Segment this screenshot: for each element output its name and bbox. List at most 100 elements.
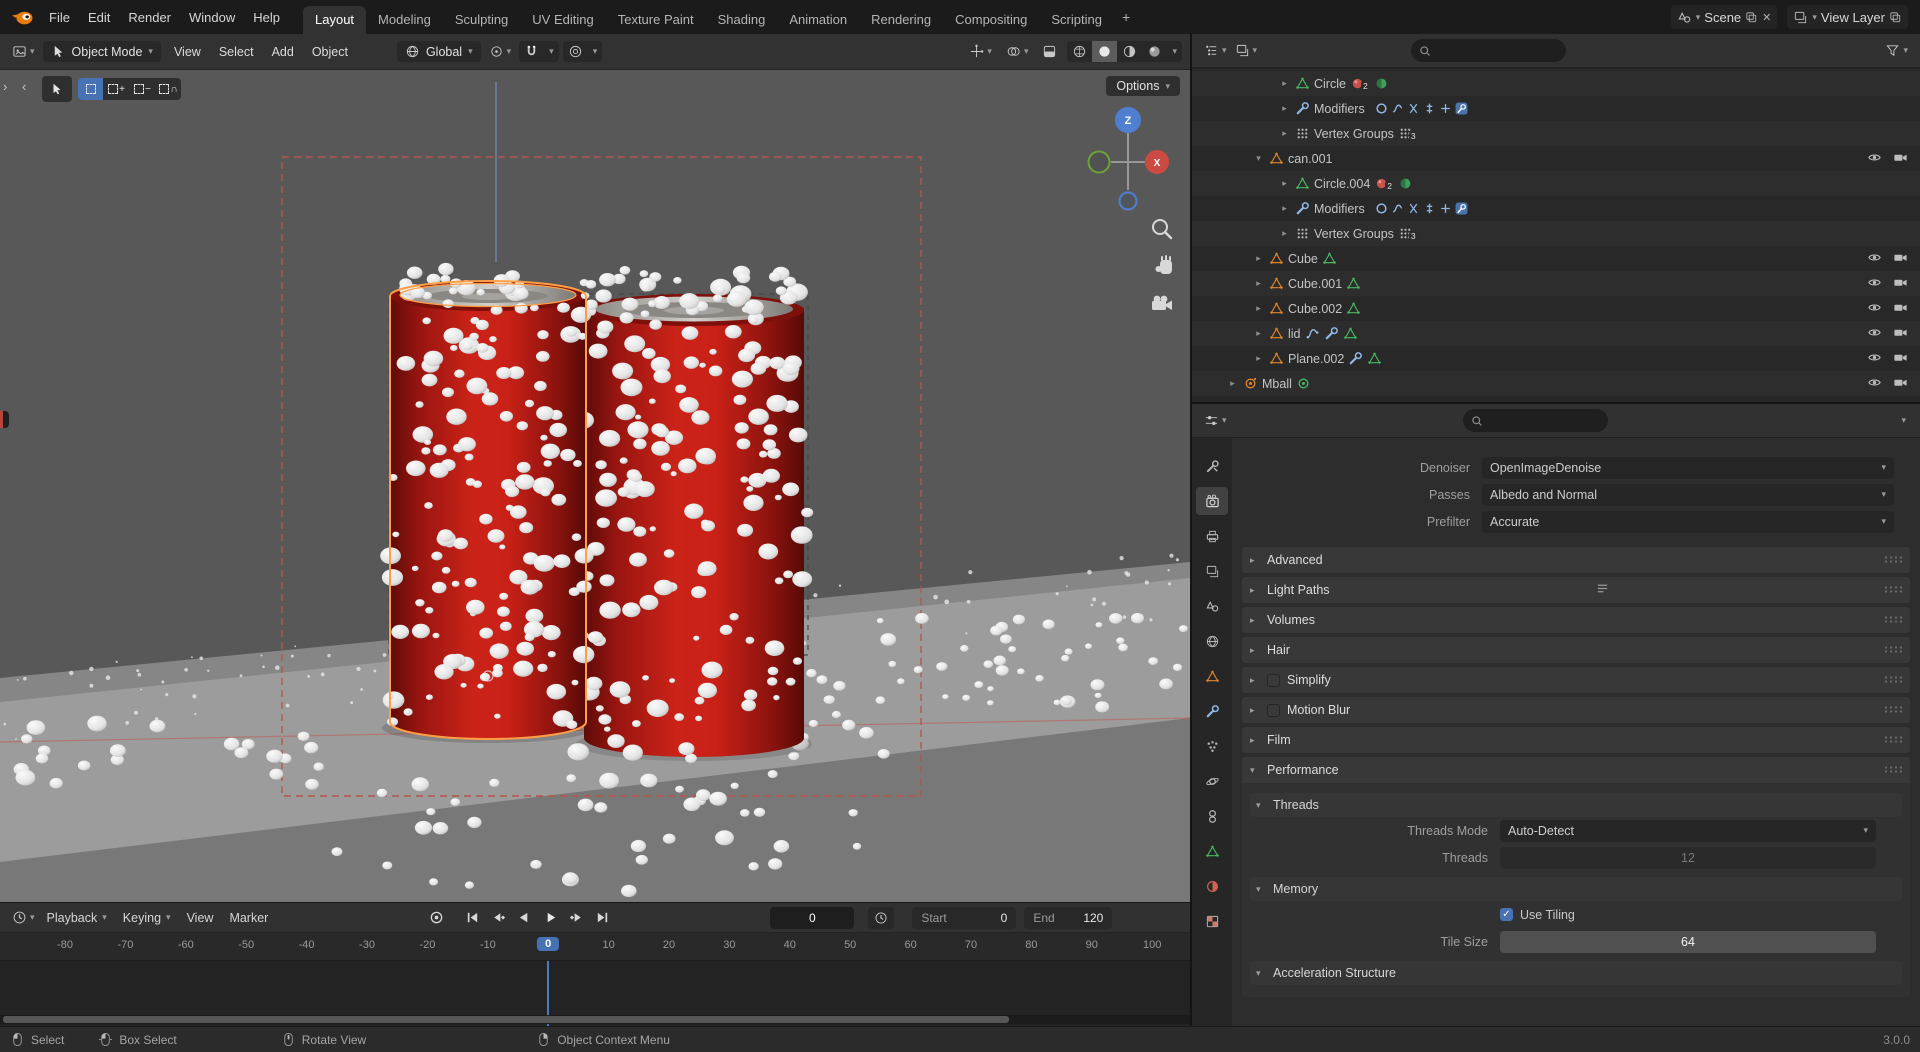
denoiser-dropdown[interactable]: OpenImageDenoise ▾ bbox=[1482, 456, 1894, 479]
hide-in-viewport-toggle[interactable] bbox=[1867, 275, 1882, 293]
memory-subpanel-header[interactable]: ▾ Memory bbox=[1250, 877, 1902, 901]
xray-toggle[interactable] bbox=[1038, 41, 1061, 62]
current-frame-marker[interactable]: 0 bbox=[537, 937, 560, 951]
properties-tab-object-data[interactable] bbox=[1196, 837, 1228, 865]
outliner-row-modifiers[interactable]: ▸ Modifiers bbox=[1192, 96, 1920, 121]
panel-grip-icon[interactable] bbox=[1884, 703, 1903, 717]
add-workspace-button[interactable]: + bbox=[1114, 3, 1138, 31]
expand-arrow[interactable]: ▸ bbox=[1278, 203, 1291, 214]
viewport-editor-type-button[interactable]: ▾ bbox=[8, 41, 39, 62]
panel-header[interactable]: ▸ Hair bbox=[1242, 637, 1910, 663]
timeline-track-area[interactable] bbox=[0, 961, 1190, 1026]
panel-header[interactable]: ▸ Light Paths bbox=[1242, 577, 1910, 603]
properties-tab-constraints[interactable] bbox=[1196, 802, 1228, 830]
expand-arrow[interactable]: ▸ bbox=[1252, 253, 1265, 264]
hide-in-viewport-toggle[interactable] bbox=[1867, 150, 1882, 168]
properties-tab-material[interactable] bbox=[1196, 872, 1228, 900]
panel-preset-icon[interactable] bbox=[1596, 582, 1609, 598]
jump-start-button[interactable] bbox=[460, 907, 484, 929]
unlink-scene-button[interactable]: ✕ bbox=[1762, 11, 1771, 24]
expand-arrow[interactable]: ▸ bbox=[1252, 353, 1265, 364]
hide-in-viewport-toggle[interactable] bbox=[1867, 300, 1882, 318]
panel-grip-icon[interactable] bbox=[1884, 673, 1903, 687]
select-mode-new-button[interactable] bbox=[78, 78, 103, 100]
viewport-canvas[interactable]: Z X + − ∩ Options ▾ › ‹ bbox=[0, 70, 1190, 902]
snap-toggle-button[interactable] bbox=[519, 41, 544, 62]
panel-header[interactable]: ▸ Advanced bbox=[1242, 547, 1910, 573]
viewport-menu-object[interactable]: Object bbox=[303, 41, 357, 63]
workspace-tab-compositing[interactable]: Compositing bbox=[943, 6, 1039, 34]
expand-arrow[interactable]: ▸ bbox=[1278, 228, 1291, 239]
scene-selector[interactable]: ▾ Scene ✕ bbox=[1670, 5, 1778, 29]
properties-tab-render[interactable] bbox=[1196, 487, 1228, 515]
panel-header[interactable]: ▸ Simplify bbox=[1242, 667, 1910, 693]
play-button[interactable] bbox=[538, 907, 562, 929]
timeline-scrollbar-thumb[interactable] bbox=[3, 1016, 1009, 1023]
timeline-editor-type-button[interactable]: ▾ bbox=[8, 907, 39, 928]
workspace-tab-texture-paint[interactable]: Texture Paint bbox=[606, 6, 706, 34]
disable-in-renders-toggle[interactable] bbox=[1893, 375, 1908, 393]
properties-tab-modifiers[interactable] bbox=[1196, 697, 1228, 725]
toolbar-collapse-arrow[interactable]: ‹ bbox=[22, 80, 26, 93]
expand-arrow[interactable]: ▸ bbox=[1278, 78, 1291, 89]
topbar-menu-help[interactable]: Help bbox=[244, 7, 289, 28]
expand-arrow[interactable]: ▸ bbox=[1278, 103, 1291, 114]
axis-y-handle[interactable] bbox=[1087, 150, 1111, 174]
timeline-menu-view[interactable]: View bbox=[179, 908, 222, 928]
outliner-search-input[interactable] bbox=[1411, 39, 1567, 62]
performance-panel-header[interactable]: ▾ Performance bbox=[1242, 757, 1910, 783]
outliner-row-lid[interactable]: ▸ lid bbox=[1192, 321, 1920, 346]
workspace-tab-modeling[interactable]: Modeling bbox=[366, 6, 443, 34]
preview-range-button[interactable] bbox=[868, 906, 895, 929]
play-back-button[interactable] bbox=[512, 907, 536, 929]
show-overlays-dropdown[interactable]: ▾ bbox=[1002, 41, 1033, 62]
jump-end-button[interactable] bbox=[590, 907, 614, 929]
disable-in-renders-toggle[interactable] bbox=[1893, 300, 1908, 318]
timeline-menu-marker[interactable]: Marker bbox=[221, 908, 276, 928]
wireframe-shading-button[interactable] bbox=[1067, 41, 1092, 62]
collapse-arrow[interactable]: ▾ bbox=[1252, 153, 1265, 164]
axis-z-negative-handle[interactable] bbox=[1118, 191, 1138, 211]
properties-tab-output[interactable] bbox=[1196, 522, 1228, 550]
properties-tab-object[interactable] bbox=[1196, 662, 1228, 690]
hide-in-viewport-toggle[interactable] bbox=[1867, 325, 1882, 343]
disable-in-renders-toggle[interactable] bbox=[1893, 325, 1908, 343]
workspace-tab-uv-editing[interactable]: UV Editing bbox=[520, 6, 605, 34]
hide-in-viewport-toggle[interactable] bbox=[1867, 250, 1882, 268]
outliner-row-modifiers[interactable]: ▸ Modifiers bbox=[1192, 196, 1920, 221]
properties-tab-physics[interactable] bbox=[1196, 767, 1228, 795]
viewport-options-button[interactable]: Options ▾ bbox=[1106, 76, 1180, 96]
disable-in-renders-toggle[interactable] bbox=[1893, 150, 1908, 168]
timeline-ruler[interactable]: -80 -70 -60 -50 -40 -30 -20 -10 0 10 20 30 40 50 60 70 8… bbox=[0, 933, 1190, 961]
properties-tab-view-layer[interactable] bbox=[1196, 557, 1228, 585]
properties-tab-tool[interactable] bbox=[1196, 452, 1228, 480]
hide-in-viewport-toggle[interactable] bbox=[1867, 375, 1882, 393]
rendered-shading-button[interactable] bbox=[1142, 41, 1167, 62]
motion-blur-checkbox[interactable] bbox=[1267, 703, 1280, 717]
panel-header[interactable]: ▸ Motion Blur bbox=[1242, 697, 1910, 723]
panel-grip-icon[interactable] bbox=[1884, 763, 1903, 777]
expand-arrow[interactable]: ▸ bbox=[1252, 303, 1265, 314]
toolbar-expand-arrow[interactable]: › bbox=[3, 80, 7, 93]
outliner-row-vertex-groups[interactable]: ▸ Vertex Groups 3 bbox=[1192, 221, 1920, 246]
topbar-menu-file[interactable]: File bbox=[40, 7, 79, 28]
outliner-filter-button[interactable]: ▾ bbox=[1881, 40, 1912, 61]
solid-shading-button[interactable] bbox=[1092, 41, 1118, 62]
panel-grip-icon[interactable] bbox=[1884, 583, 1903, 597]
collapsed-panel-tab[interactable] bbox=[0, 411, 9, 428]
next-key-button[interactable] bbox=[564, 907, 588, 929]
outliner-row-mball[interactable]: ▸ Mball bbox=[1192, 371, 1920, 396]
workspace-tab-animation[interactable]: Animation bbox=[777, 6, 859, 34]
outliner-row-vertex-groups[interactable]: ▸ Vertex Groups 3 bbox=[1192, 121, 1920, 146]
expand-arrow[interactable]: ▸ bbox=[1226, 378, 1239, 389]
transform-orientation-dropdown[interactable]: Global ▾ bbox=[396, 41, 481, 62]
prev-key-button[interactable] bbox=[486, 907, 510, 929]
hide-in-viewport-toggle[interactable] bbox=[1867, 350, 1882, 368]
panel-grip-icon[interactable] bbox=[1884, 733, 1903, 747]
simplify-checkbox[interactable] bbox=[1267, 673, 1280, 687]
proportional-edit-toggle[interactable] bbox=[563, 41, 588, 62]
add-view-layer-button[interactable] bbox=[1889, 11, 1902, 24]
expand-arrow[interactable]: ▸ bbox=[1278, 128, 1291, 139]
disable-in-renders-toggle[interactable] bbox=[1893, 350, 1908, 368]
outliner-editor-type-button[interactable]: ▾ bbox=[1200, 40, 1231, 61]
